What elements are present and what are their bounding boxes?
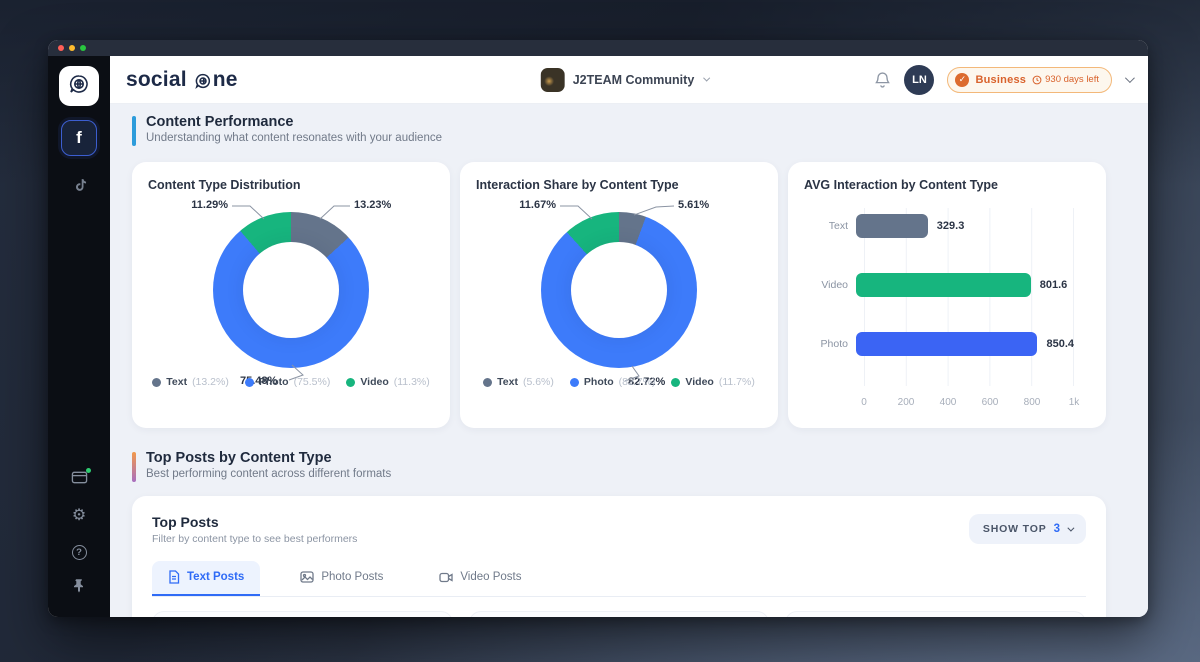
image-icon [300, 571, 314, 583]
legend-dot [483, 378, 492, 387]
plan-badge[interactable]: ✓ Business 930 days left [947, 67, 1112, 93]
top-posts-subtitle: Filter by content type to see best perfo… [152, 533, 357, 545]
section-subtitle: Best performing content across different… [146, 468, 391, 480]
card-avg-interaction: AVG Interaction by Content Type Text 329… [788, 162, 1106, 428]
bar-row-video: Video 801.6 [804, 255, 1074, 314]
slice-label-video: 11.29% [191, 199, 228, 211]
slice-label-text: 5.61% [678, 199, 709, 211]
app-logo-icon [67, 72, 91, 101]
slice-label-video: 11.67% [519, 199, 556, 211]
chevron-down-icon [703, 75, 710, 82]
legend-item-photo[interactable]: Photo (82.7%) [570, 376, 656, 388]
brand-text-right: ne [213, 68, 238, 92]
show-top-dropdown[interactable]: SHOW TOP 3 [969, 514, 1086, 544]
tiktok-icon [71, 177, 88, 199]
clock-icon [1032, 75, 1042, 85]
plan-name: Business [975, 74, 1026, 86]
app-window: f ⚙ [48, 40, 1148, 617]
slice-label-text: 13.23% [354, 199, 391, 211]
legend-item-text[interactable]: Text (13.2%) [152, 376, 229, 388]
legend-item-video[interactable]: Video (11.3%) [346, 376, 429, 388]
community-name: J2TEAM Community [573, 73, 695, 87]
sidebar-item-facebook[interactable]: f [61, 120, 97, 156]
community-selector[interactable]: J2TEAM Community [541, 68, 708, 92]
close-window-button[interactable] [58, 45, 64, 51]
card-interaction-share: Interaction Share by Content Type 11.67%… [460, 162, 778, 428]
post-card-placeholder[interactable] [469, 611, 770, 617]
document-icon [168, 570, 180, 584]
section-content-performance: Content Performance Understanding what c… [132, 114, 1148, 146]
chevron-down-icon [1067, 524, 1074, 531]
account-chevron-down-icon[interactable] [1125, 73, 1135, 83]
card-content-type-distribution: Content Type Distribution 11.29% 13.23% [132, 162, 450, 428]
card-title: AVG Interaction by Content Type [804, 178, 1090, 192]
section-title: Top Posts by Content Type [146, 450, 391, 466]
card-title: Interaction Share by Content Type [476, 178, 762, 192]
gear-icon: ⚙ [72, 508, 86, 524]
legend-dot [671, 378, 680, 387]
pin-icon [72, 578, 86, 598]
video-camera-icon [439, 572, 453, 583]
help-icon: ? [72, 545, 87, 560]
notification-dot [86, 468, 91, 473]
sidebar-item-settings[interactable]: ⚙ [61, 501, 97, 531]
tab-photo-posts[interactable]: Photo Posts [284, 561, 399, 596]
sidebar-item-posts[interactable] [61, 465, 97, 495]
section-accent-bar [132, 116, 136, 146]
maximize-window-button[interactable] [80, 45, 86, 51]
window-titlebar [48, 40, 1148, 56]
sidebar-item-tiktok[interactable] [61, 170, 97, 206]
legend-item-text[interactable]: Text (5.6%) [483, 376, 554, 388]
topbar: social ne J2TEAM Community [110, 56, 1148, 104]
section-title: Content Performance [146, 114, 442, 130]
legend-dot [245, 378, 254, 387]
brand-globe-icon [194, 72, 212, 90]
post-type-tabs: Text Posts Photo Posts Vid [152, 561, 1086, 597]
sidebar: f ⚙ [48, 56, 110, 617]
days-left-text: 930 days left [1045, 74, 1099, 85]
minimize-window-button[interactable] [69, 45, 75, 51]
legend-dot [152, 378, 161, 387]
bar-video [856, 273, 1031, 297]
community-avatar [541, 68, 565, 92]
x-axis-ticks: 0 200 400 600 800 1k [864, 397, 1074, 410]
notifications-bell-icon[interactable] [874, 71, 891, 89]
bar-chart: Text 329.3 Video 801.6 [804, 196, 1090, 418]
post-card-placeholder[interactable] [785, 611, 1086, 617]
legend-item-photo[interactable]: Photo (75.5%) [245, 376, 331, 388]
dashboard-content: Content Performance Understanding what c… [110, 104, 1148, 617]
tab-video-posts[interactable]: Video Posts [423, 561, 537, 596]
brand-logo: social ne [126, 68, 238, 92]
facebook-icon: f [76, 128, 82, 148]
section-accent-bar [132, 452, 136, 482]
sidebar-item-pin[interactable] [61, 573, 97, 603]
verified-check-icon: ✓ [955, 73, 969, 87]
tab-text-posts[interactable]: Text Posts [152, 561, 260, 596]
posts-feed-icon [71, 470, 88, 490]
card-title: Content Type Distribution [148, 178, 434, 192]
bar-row-text: Text 329.3 [804, 196, 1074, 255]
legend-dot [346, 378, 355, 387]
bar-photo [856, 332, 1037, 356]
app-logo-tile[interactable] [59, 66, 99, 106]
section-subtitle: Understanding what content resonates wit… [146, 132, 442, 144]
top-posts-card: Top Posts Filter by content type to see … [132, 496, 1106, 617]
bar-text [856, 214, 928, 238]
sidebar-item-help[interactable]: ? [61, 537, 97, 567]
user-avatar[interactable]: LN [904, 65, 934, 95]
legend-dot [570, 378, 579, 387]
section-top-posts: Top Posts by Content Type Best performin… [132, 450, 1148, 482]
legend-item-video[interactable]: Video (11.7%) [671, 376, 754, 388]
top-posts-title: Top Posts [152, 514, 357, 530]
brand-text-left: social [126, 68, 187, 92]
post-card-placeholder[interactable] [152, 611, 453, 617]
bar-row-photo: Photo 850.4 [804, 314, 1074, 373]
